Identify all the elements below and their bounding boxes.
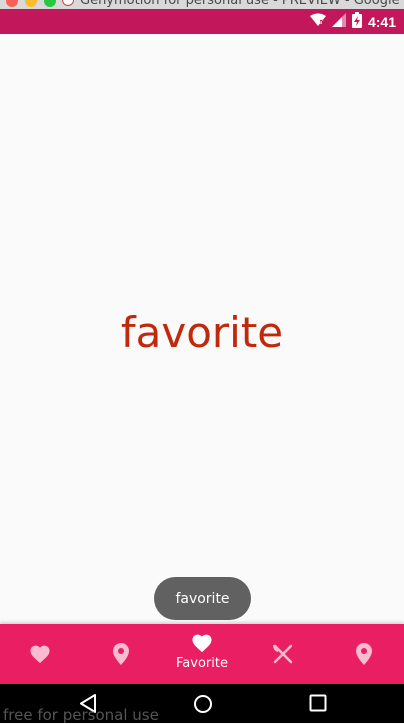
location-pin-icon	[113, 643, 130, 665]
heart-icon	[191, 633, 213, 653]
close-window-button[interactable]	[6, 0, 18, 7]
nav-item-favorite-1[interactable]	[0, 624, 81, 684]
location-pin-icon	[355, 643, 372, 665]
nav-item-label: Favorite	[176, 656, 228, 671]
status-time: 4:41	[367, 14, 396, 30]
recent-apps-button[interactable]	[309, 694, 327, 717]
page-title: favorite	[120, 308, 284, 357]
main-content: favorite	[0, 34, 404, 624]
nav-item-location-2[interactable]	[323, 624, 404, 684]
restaurant-icon	[272, 643, 294, 665]
heart-icon	[29, 644, 51, 664]
nav-item-restaurant[interactable]	[242, 624, 323, 684]
nav-item-favorite-active[interactable]: Favorite	[162, 624, 243, 684]
bottom-navigation: Favorite	[0, 624, 404, 684]
home-button[interactable]	[193, 694, 213, 719]
minimize-window-button[interactable]	[25, 0, 37, 7]
toast-message: favorite	[154, 577, 251, 620]
zoom-window-button[interactable]	[44, 0, 56, 7]
window-title: Genymotion for personal use - PREVIEW - …	[80, 0, 404, 8]
watermark-text: free for personal use	[3, 706, 159, 724]
battery-charging-icon	[351, 11, 362, 33]
status-bar: 4:41	[0, 9, 404, 34]
nav-item-location-1[interactable]	[81, 624, 162, 684]
wifi-icon	[309, 13, 326, 32]
genymotion-app-icon	[62, 0, 74, 6]
cell-signal-icon	[331, 12, 346, 32]
window-title-bar: Genymotion for personal use - PREVIEW - …	[0, 0, 404, 9]
